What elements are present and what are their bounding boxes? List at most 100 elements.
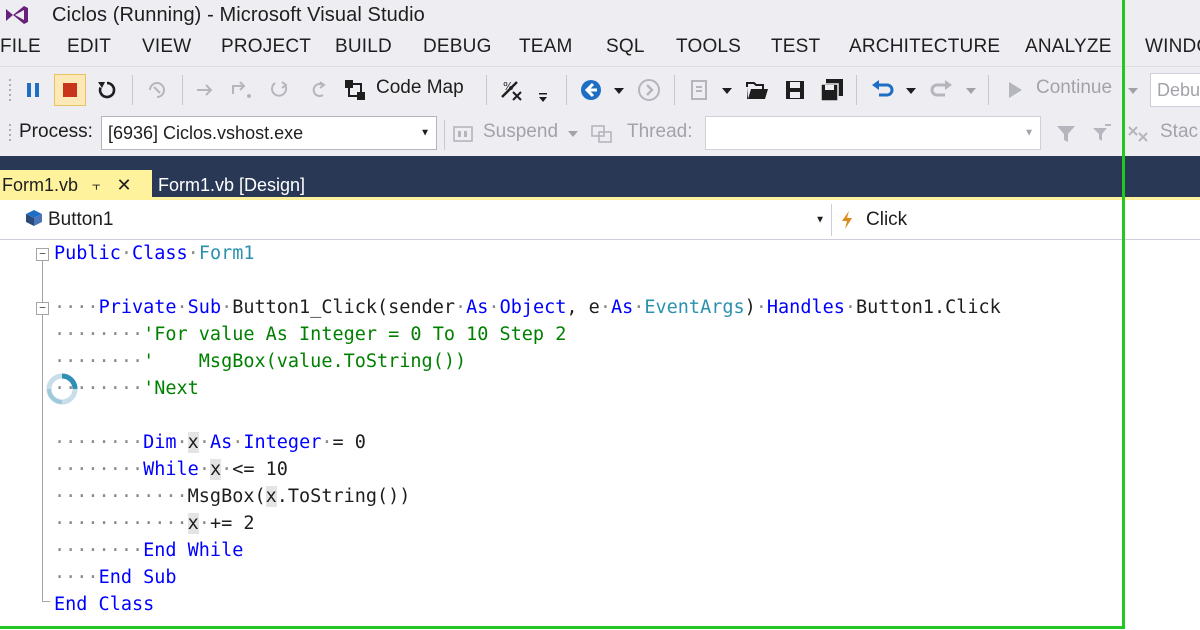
new-project-icon[interactable] <box>684 75 714 105</box>
event-dropdown[interactable]: Click <box>834 204 1126 236</box>
keyword: As <box>466 297 489 318</box>
code-line-10[interactable]: ············MsgBox(x.ToString()) <box>54 483 410 510</box>
code-editor[interactable]: − − Public·Class·Form1 ····Private·Sub·B… <box>0 240 1200 630</box>
keyword: Public <box>54 243 121 264</box>
step-over-icon[interactable] <box>228 75 256 105</box>
pin-icon[interactable]: ⫟ <box>92 177 100 194</box>
code-line-14[interactable]: End Class <box>54 591 154 618</box>
tab-form1-vb[interactable]: Form1.vb ⫟ ✕ <box>0 170 152 200</box>
type-keyword: Integer <box>243 432 322 453</box>
call-args: .ToString()) <box>276 486 411 507</box>
keyword: While <box>143 459 199 480</box>
code-line-5[interactable]: ········' MsgBox(value.ToString()) <box>54 348 466 375</box>
menu-project[interactable]: PROJECT <box>221 36 311 58</box>
chevron-down-icon[interactable] <box>904 81 918 101</box>
process-label: Process: <box>19 121 93 142</box>
menu-edit[interactable]: EDIT <box>67 36 111 58</box>
filter-icon[interactable] <box>1052 120 1080 148</box>
restart-icon[interactable] <box>92 75 122 105</box>
menu-sql[interactable]: SQL <box>606 36 645 58</box>
grip-icon[interactable] <box>6 118 16 150</box>
step-into-icon[interactable] <box>192 75 220 105</box>
suspend-button[interactable]: Suspend <box>483 121 558 143</box>
document-tab-strip: Form1.vb ⫟ ✕ Form1.vb [Design] <box>0 156 1200 200</box>
stop-debugging-button[interactable] <box>54 74 86 106</box>
chevron-down-icon[interactable] <box>964 81 978 101</box>
flag-filter-icon[interactable] <box>1088 120 1116 148</box>
menu-architecture[interactable]: ARCHITECTURE <box>849 36 1000 58</box>
code-line-8[interactable]: ········Dim·x·As·Integer·= 0 <box>54 429 366 456</box>
suspend-icon[interactable] <box>450 120 476 148</box>
menu-team[interactable]: TEAM <box>519 36 573 58</box>
grip-icon[interactable] <box>6 73 16 107</box>
code-line-12[interactable]: ········End While <box>54 537 243 564</box>
menu-tools[interactable]: TOOLS <box>676 36 741 58</box>
keyword: Sub <box>187 297 222 318</box>
collapse-class-icon[interactable]: − <box>36 248 49 261</box>
menu-debug[interactable]: DEBUG <box>423 36 492 58</box>
chevron-down-icon[interactable] <box>612 81 626 101</box>
svg-text:%: % <box>503 80 513 93</box>
toolbar-overflow-icon[interactable] <box>536 87 550 107</box>
code-map-button[interactable]: Code Map <box>376 77 464 99</box>
event-icon <box>840 210 854 230</box>
open-file-icon[interactable] <box>742 75 772 105</box>
thread-dropdown[interactable]: ▼ <box>705 116 1041 150</box>
increment: += 2 <box>209 513 255 534</box>
save-icon[interactable] <box>780 75 810 105</box>
parameter-separator: , e <box>566 297 600 318</box>
menu-test[interactable]: TEST <box>771 36 820 58</box>
comment: ' MsgBox(value.ToString()) <box>143 351 467 372</box>
code-map-icon[interactable] <box>340 75 370 105</box>
variable-x: x <box>187 513 199 534</box>
method-signature: Button1_Click(sender <box>232 297 455 318</box>
process-dropdown[interactable]: [6936] Ciclos.vshost.exe ▼ <box>101 116 437 150</box>
tab-form1-design[interactable]: Form1.vb [Design] <box>158 170 305 200</box>
navigate-backward-icon[interactable] <box>576 75 606 105</box>
code-line-3[interactable]: ····Private·Sub·Button1_Click(sender·As·… <box>54 294 1001 321</box>
code-line-1[interactable]: Public·Class·Form1 <box>54 240 255 267</box>
pause-icon[interactable] <box>20 75 46 105</box>
menu-file[interactable]: FILE <box>0 36 41 58</box>
save-all-icon[interactable] <box>816 75 848 105</box>
exception-settings-icon[interactable]: % <box>496 75 528 105</box>
collapse-sub-icon[interactable]: − <box>36 302 49 315</box>
keyword: Handles <box>766 297 845 318</box>
code-line-11[interactable]: ············x·+= 2 <box>54 510 255 537</box>
variable-x: x <box>265 486 277 507</box>
code-line-4[interactable]: ········'For value As Integer = 0 To 10 … <box>54 321 566 348</box>
code-line-6[interactable]: ········'Next <box>54 375 199 402</box>
menu-build[interactable]: BUILD <box>335 36 392 58</box>
thread-icon <box>588 120 616 148</box>
chevron-down-icon: ▼ <box>1024 127 1034 139</box>
chevron-down-icon[interactable] <box>720 81 734 101</box>
navigation-bar: Button1 ▼ Click <box>0 200 1200 240</box>
assignment: = 0 <box>332 432 366 453</box>
keyword: End Class <box>54 594 155 615</box>
event-value: Click <box>866 209 908 230</box>
code-line-9[interactable]: ········While·x·<= 10 <box>54 456 288 483</box>
redo-icon[interactable] <box>926 75 958 105</box>
undo-icon[interactable] <box>866 75 898 105</box>
object-dropdown[interactable]: Button1 ▼ <box>14 204 830 236</box>
close-icon[interactable]: ✕ <box>117 175 132 196</box>
show-next-statement-icon[interactable] <box>142 75 172 105</box>
chevron-down-icon[interactable] <box>566 124 580 144</box>
comment: 'Next <box>143 378 199 399</box>
navigate-forward-icon[interactable] <box>634 75 664 105</box>
keyword: Class <box>131 243 188 264</box>
code-line-13[interactable]: ····End Sub <box>54 564 177 591</box>
condition: <= 10 <box>232 459 288 480</box>
continue-play-icon[interactable] <box>1000 75 1030 105</box>
menu-view[interactable]: VIEW <box>142 36 191 58</box>
process-value: [6936] Ciclos.vshost.exe <box>108 122 304 143</box>
thread-label: Thread: <box>627 121 693 142</box>
menu-analyze[interactable]: ANALYZE <box>1025 36 1112 58</box>
step-back-icon[interactable] <box>304 75 332 105</box>
chevron-down-icon: ▼ <box>815 214 825 226</box>
variable-x: x <box>209 459 222 480</box>
continue-button[interactable]: Continue <box>1036 77 1112 99</box>
step-out-icon[interactable] <box>266 75 294 105</box>
comment: 'For value As Integer = 0 To 10 Step 2 <box>143 324 567 345</box>
type-name: EventArgs <box>644 297 745 318</box>
